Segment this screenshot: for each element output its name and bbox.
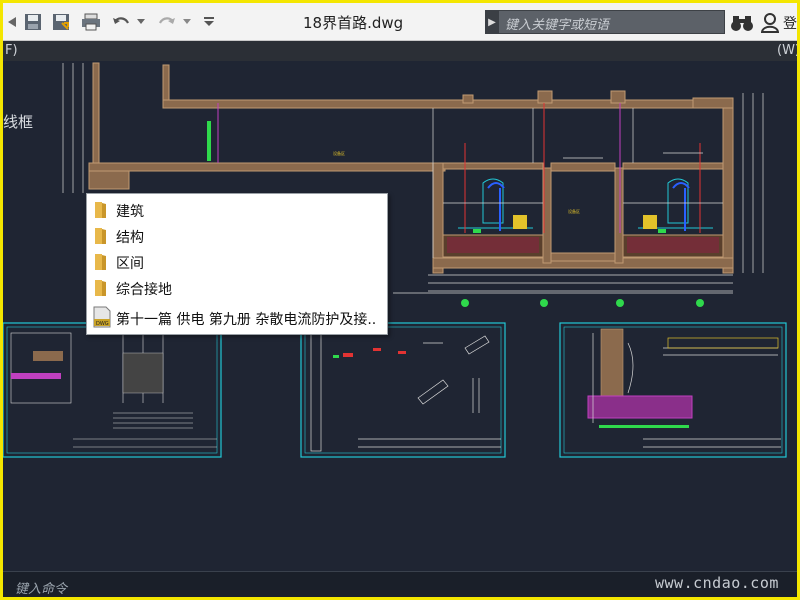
menu-item-grounding[interactable]: 综合接地 bbox=[87, 275, 387, 301]
menu-item-section[interactable]: 区间 bbox=[87, 249, 387, 275]
undo-dropdown-icon[interactable] bbox=[135, 12, 147, 32]
undo-icon[interactable] bbox=[111, 12, 131, 32]
folder-icon bbox=[93, 201, 109, 223]
visual-style-label[interactable]: 线框 bbox=[3, 111, 33, 132]
save-icon[interactable] bbox=[23, 12, 43, 32]
recent-files-menu: 建筑 结构 区间 综合接地 DWG 第十一篇 供电 第九册 杂散电流防护及接.. bbox=[86, 193, 388, 335]
dwg-file-icon: DWG bbox=[93, 306, 111, 332]
user-icon[interactable] bbox=[760, 13, 780, 37]
folder-icon bbox=[93, 279, 109, 301]
svg-text:设备区: 设备区 bbox=[568, 208, 580, 214]
detail-sheet-3 bbox=[559, 322, 787, 458]
app-frame: 18界首路.dwg ▶ 键入关键字或短语 登 F) (W) bbox=[3, 3, 797, 597]
redo-icon[interactable] bbox=[157, 12, 177, 32]
print-icon[interactable] bbox=[81, 12, 101, 32]
watermark-text: www.cndao.com bbox=[655, 574, 779, 592]
save-as-icon[interactable] bbox=[51, 12, 71, 32]
share-icon[interactable] bbox=[3, 12, 23, 32]
svg-text:设备区: 设备区 bbox=[333, 150, 345, 156]
binoculars-icon[interactable] bbox=[731, 14, 753, 36]
menu-window[interactable]: (W) bbox=[777, 43, 797, 58]
menu-item-structure[interactable]: 结构 bbox=[87, 223, 387, 249]
detail-sheet-1 bbox=[3, 322, 222, 458]
customize-dropdown-icon[interactable] bbox=[199, 12, 219, 32]
redo-dropdown-icon[interactable] bbox=[181, 12, 193, 32]
menu-item-architecture[interactable]: 建筑 bbox=[87, 197, 387, 223]
menu-item-dwg-file[interactable]: DWG 第十一篇 供电 第九册 杂散电流防护及接.. bbox=[87, 305, 387, 331]
menu-bar bbox=[3, 41, 797, 61]
document-title: 18界首路.dwg bbox=[303, 14, 404, 32]
folder-icon bbox=[93, 227, 109, 249]
search-placeholder: 键入关键字或短语 bbox=[505, 18, 610, 33]
svg-text:DWG: DWG bbox=[96, 321, 109, 327]
menu-file[interactable]: F) bbox=[5, 43, 18, 58]
login-label[interactable]: 登 bbox=[783, 13, 797, 33]
command-input[interactable]: 键入命令 bbox=[15, 578, 67, 597]
folder-icon bbox=[93, 253, 109, 275]
detail-sheet-2 bbox=[300, 322, 506, 458]
search-expand-icon[interactable]: ▶ bbox=[485, 10, 499, 34]
